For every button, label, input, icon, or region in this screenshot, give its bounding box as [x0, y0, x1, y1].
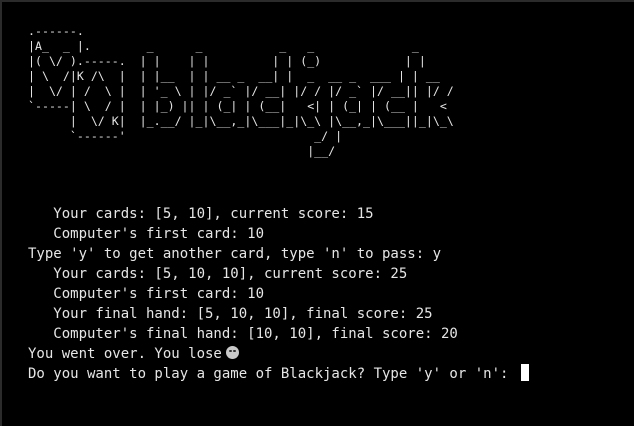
console-output-area[interactable]: .------. |A_ _ |. _ _ _ _ _ |( \/ ).----… — [2, 2, 634, 426]
text-cursor[interactable] — [520, 364, 529, 381]
logo-line: | \ /|K /\ | | |__ | | __ _ __| | _ __ _… — [28, 69, 482, 83]
play-again-prompt-text: Do you want to play a game of Blackjack?… — [28, 366, 517, 382]
computer-final-hand-line: Computer's final hand: [10, 10], final s… — [28, 326, 458, 342]
your-final-hand-line: Your final hand: [5, 10, 10], final scor… — [28, 306, 433, 322]
your-cards-line: Your cards: [5, 10, 10], current score: … — [28, 266, 408, 282]
your-cards-line: Your cards: [5, 10], current score: 15 — [28, 206, 374, 222]
logo-line: |( \/ ).-----. | | | | | | (_) | | — [28, 54, 489, 68]
play-again-prompt-line[interactable]: Do you want to play a game of Blackjack?… — [28, 364, 529, 384]
blackjack-ascii-logo: .------. |A_ _ |. _ _ _ _ _ |( \/ ).----… — [28, 24, 496, 159]
logo-line: |__/ — [28, 144, 496, 158]
draw-prompt-line: Type 'y' to get another card, type 'n' t… — [28, 246, 442, 262]
logo-line: | \/ | / \ | | '_ \ | |/ _` |/ __| |/ / … — [28, 84, 489, 98]
logo-line: `-----| \ / | | |_) || | (_| | (__| <| |… — [28, 99, 489, 113]
logo-line: .------. — [28, 24, 489, 38]
game-output: Your cards: [5, 10], current score: 15 C… — [28, 204, 529, 384]
crying-face-icon — [225, 346, 239, 359]
logo-line: | \/ K| |_.__/ |_|\__,_|\___|_|\_\ |\__,… — [28, 114, 489, 128]
result-text: You went over. You lose — [28, 346, 222, 362]
computer-first-card-line: Computer's first card: 10 — [28, 286, 265, 302]
computer-first-card-line: Computer's first card: 10 — [28, 226, 265, 242]
logo-line: |A_ _ |. _ _ _ _ _ — [28, 39, 489, 53]
terminal-window: .------. |A_ _ |. _ _ _ _ _ |( \/ ).----… — [0, 0, 634, 426]
logo-line: `------' _/ | — [28, 129, 496, 143]
result-line: You went over. You lose — [28, 344, 529, 364]
